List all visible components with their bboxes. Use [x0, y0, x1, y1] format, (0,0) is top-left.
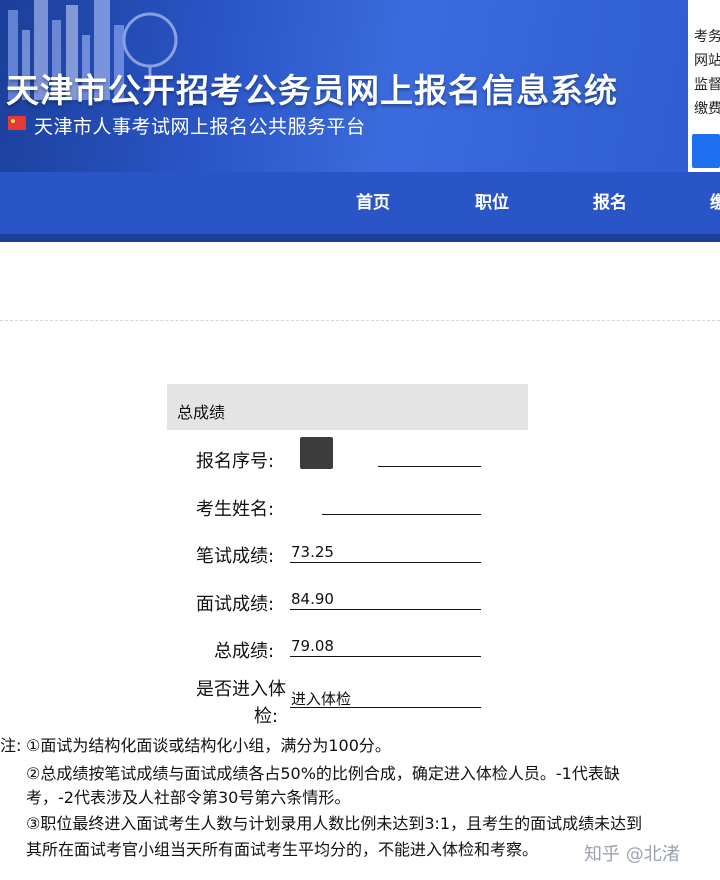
nav-home[interactable]: 首页 [356, 188, 390, 213]
medical-exam-value: 进入体检 [291, 690, 352, 708]
written-score-field [290, 562, 481, 563]
written-score-value: 73.25 [291, 543, 334, 561]
redacted-mask [300, 437, 333, 469]
candidate-name-label: 考生姓名: [196, 499, 275, 520]
medical-exam-label-line1: 是否进入体 [196, 679, 286, 700]
side-link-website[interactable]: 网站 [694, 50, 720, 70]
notes-prefix: 注: [0, 736, 22, 755]
system-title: 天津市公开招考公务员网上报名信息系统 [6, 71, 618, 110]
watermark: 知乎 @北渚 [584, 844, 680, 865]
candidate-name-field [322, 514, 481, 515]
medical-exam-label-line2: 检: [254, 706, 279, 727]
note-2b: 考，-2代表涉及人社部令第30号第六条情形。 [26, 788, 351, 807]
note-3b: 其所在面试考官小组当天所有面试考生平均分的，不能进入体检和考察。 [26, 840, 539, 859]
emblem-icon [8, 116, 26, 130]
nav-bottom-strip [0, 234, 720, 242]
total-score-value: 79.08 [291, 637, 334, 655]
nav-registration[interactable]: 报名 [593, 188, 627, 213]
interview-score-label: 面试成绩: [196, 594, 275, 615]
total-score-label: 总成绩: [214, 641, 275, 662]
side-link-payment[interactable]: 缴费 [694, 98, 720, 118]
note-1: ①面试为结构化面谈或结构化小组，满分为100分。 [26, 736, 391, 755]
reg-number-field [378, 466, 481, 467]
system-subtitle: 天津市人事考试网上报名公共服务平台 [34, 116, 366, 138]
score-section-title: 总成绩 [177, 403, 226, 422]
section-divider [0, 320, 720, 321]
written-score-label: 笔试成绩: [196, 546, 275, 567]
header-banner: 天津市公开招考公务员网上报名信息系统 天津市人事考试网上报名公共服务平台 考务 … [0, 0, 720, 172]
nav-positions[interactable]: 职位 [475, 188, 509, 213]
reg-number-label: 报名序号: [196, 451, 275, 472]
side-link-exam[interactable]: 考务 [694, 26, 720, 46]
side-link-supervision[interactable]: 监督 [694, 74, 720, 94]
interview-score-value: 84.90 [291, 590, 334, 608]
total-score-field [290, 656, 481, 657]
side-action-button[interactable] [692, 134, 720, 168]
note-3a: ③职位最终进入面试考生人数与计划录用人数比例未达到3:1，且考生的面试成绩未达到 [26, 814, 643, 833]
note-2a: ②总成绩按笔试成绩与面试成绩各占50%的比例合成，确定进入体检人员。-1代表缺 [26, 764, 620, 783]
nav-payment[interactable]: 缴 [710, 188, 720, 213]
interview-score-field [290, 609, 481, 610]
